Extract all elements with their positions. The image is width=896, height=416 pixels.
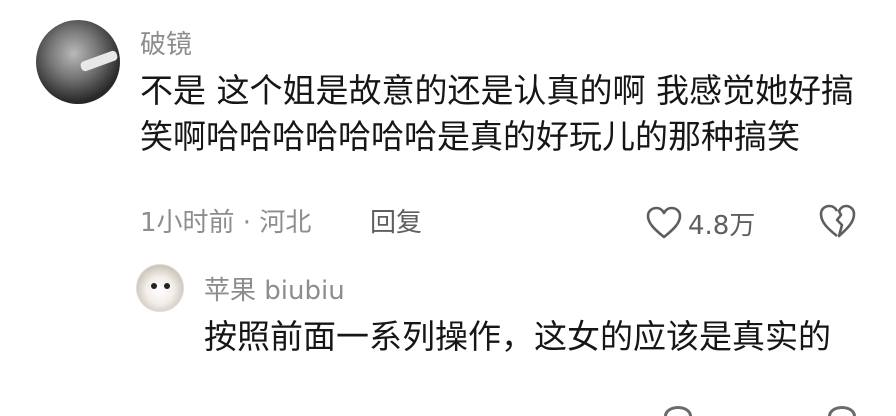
like-button[interactable]: 4.8万 <box>646 203 755 243</box>
like-count: 4.8万 <box>688 210 756 241</box>
comment-text: 不是 这个姐是故意的还是认真的啊 我感觉她好搞笑啊哈哈哈哈哈哈哈是真的好玩儿的那… <box>140 71 854 156</box>
reply-button[interactable]: 回复 <box>370 202 422 239</box>
broken-heart-icon <box>828 406 856 416</box>
avatar[interactable] <box>136 264 184 312</box>
heart-outline-icon <box>646 206 682 239</box>
comment-username[interactable]: 破镜 <box>140 24 192 61</box>
reply-username[interactable]: 苹果 biubiu <box>204 270 345 307</box>
broken-heart-icon[interactable] <box>818 203 856 239</box>
avatar[interactable] <box>36 20 120 104</box>
reply-text: 按照前面一系列操作，这女的应该是真实的 <box>204 317 831 356</box>
heart-outline-icon <box>664 406 692 416</box>
comment-time-location: 1小时前 · 河北 <box>140 208 312 238</box>
next-comment-actions-cutoff <box>660 406 896 416</box>
